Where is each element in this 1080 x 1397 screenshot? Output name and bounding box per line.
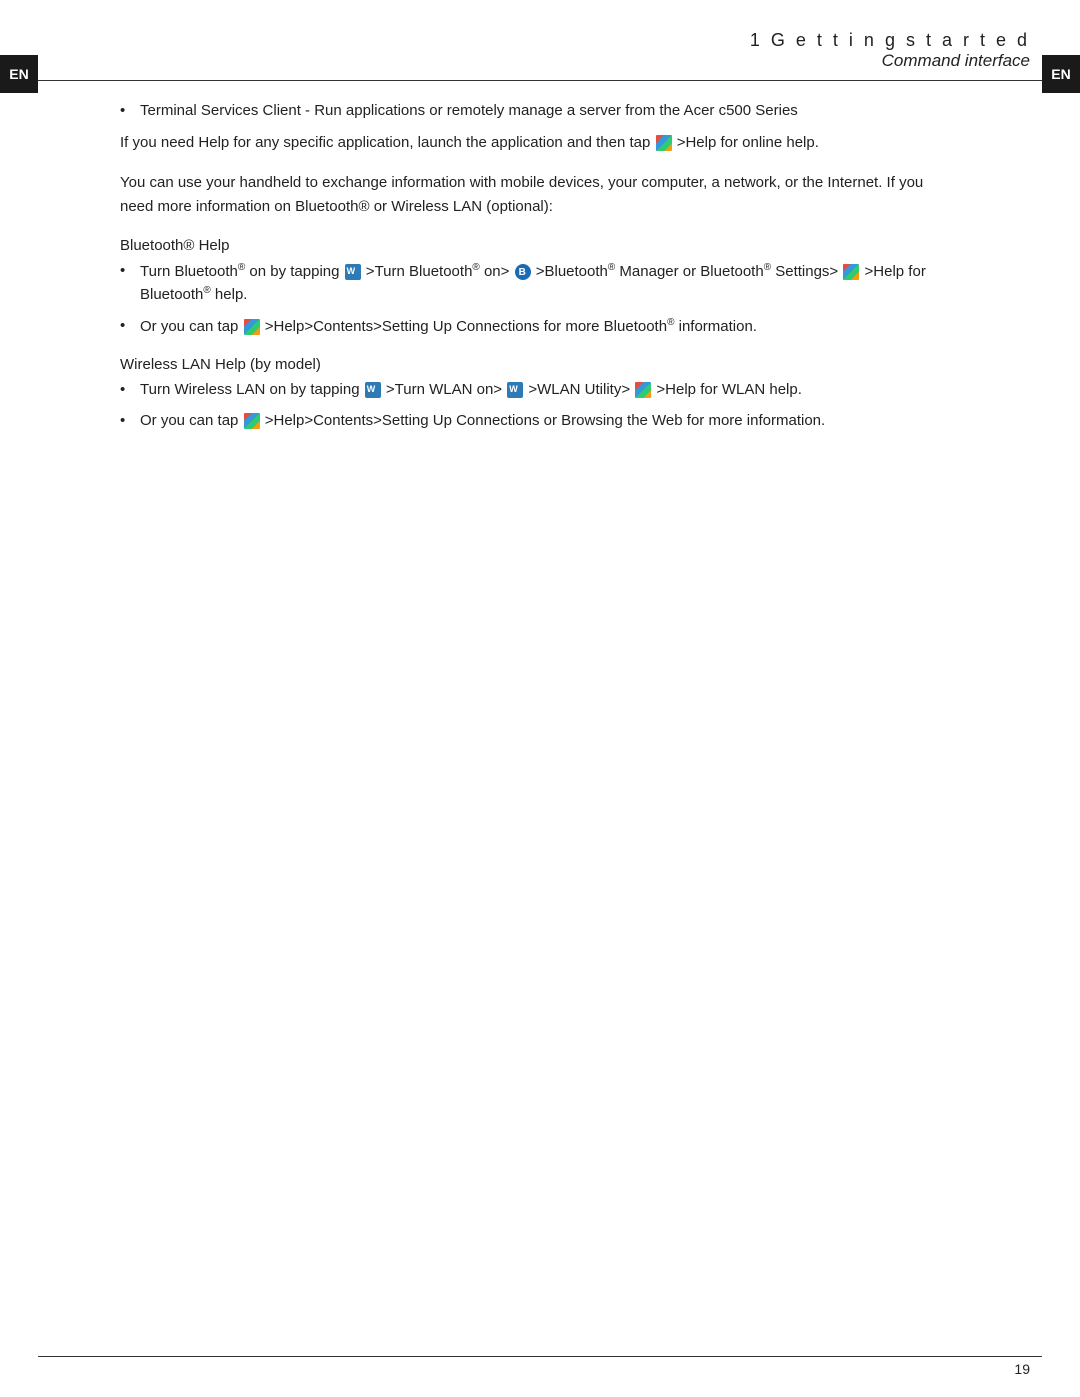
terminal-services-text: Terminal Services Client - Run applicati… [140,102,798,119]
side-label-right: EN [1042,55,1080,93]
chapter-title: 1 G e t t i n g s t a r t e d [750,30,1030,51]
wlan-bullet-1-text: Turn Wireless LAN on by tapping >Turn WL… [140,381,802,398]
bt-bullet-2-text: Or you can tap >Help>Contents>Setting Up… [140,318,757,335]
wlan-icon-2 [507,382,523,398]
wlan-bullet-2-text: Or you can tap >Help>Contents>Setting Up… [140,412,825,429]
top-divider [38,80,1042,81]
list-item: Turn Bluetooth® on by tapping >Turn Blue… [120,260,960,307]
wlan-heading: Wireless LAN Help (by model) [120,356,960,373]
bluetooth-bullet-list: Turn Bluetooth® on by tapping >Turn Blue… [120,260,960,339]
bt-bullet-1-text: Turn Bluetooth® on by tapping >Turn Blue… [140,263,926,304]
bluetooth-section: Bluetooth® Help Turn Bluetooth® on by ta… [120,237,960,339]
windows-icon [635,382,651,398]
main-content: Terminal Services Client - Run applicati… [120,100,960,1337]
windows-icon [244,319,260,335]
windows-icon-2 [244,413,260,429]
list-item: Terminal Services Client - Run applicati… [120,100,960,123]
exchange-paragraph: You can use your handheld to exchange in… [120,171,960,219]
bluetooth-icon [515,264,531,280]
wlan-section: Wireless LAN Help (by model) Turn Wirele… [120,356,960,432]
page-header: 1 G e t t i n g s t a r t e d Command in… [750,30,1030,71]
list-item: Turn Wireless LAN on by tapping >Turn WL… [120,379,960,402]
page-number: 19 [1014,1361,1030,1377]
wlan-icon [365,382,381,398]
windows-icon [656,135,672,151]
help-paragraph: If you need Help for any specific applic… [120,131,960,155]
bluetooth-heading: Bluetooth® Help [120,237,960,254]
chapter-subtitle: Command interface [750,51,1030,71]
wlan-bullet-list: Turn Wireless LAN on by tapping >Turn WL… [120,379,960,432]
list-item: Or you can tap >Help>Contents>Setting Up… [120,410,960,433]
windows-icon [843,264,859,280]
list-item: Or you can tap >Help>Contents>Setting Up… [120,315,960,339]
bluetooth-phone-icon [345,264,361,280]
intro-bullet-list: Terminal Services Client - Run applicati… [120,100,960,123]
bottom-divider [38,1356,1042,1357]
side-label-left: EN [0,55,38,93]
